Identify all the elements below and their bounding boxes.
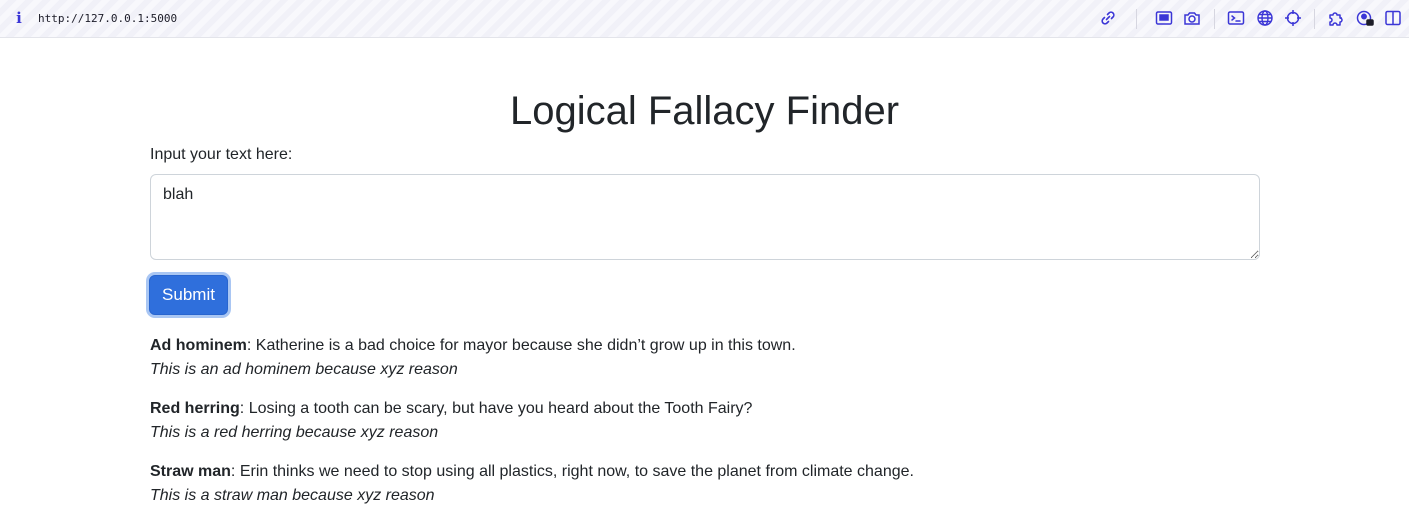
terminal-icon[interactable] xyxy=(1227,9,1245,27)
input-label: Input your text here: xyxy=(150,146,293,163)
fallacy-example: : Katherine is a bad choice for mayor be… xyxy=(246,337,796,354)
submit-button[interactable]: Submit xyxy=(149,275,228,315)
fallacy-name: Red herring xyxy=(150,400,240,417)
result-item-straw-man: Straw man: Erin thinks we need to stop u… xyxy=(150,460,1250,508)
fallacy-reason: This is an ad hominem because xyz reason xyxy=(150,361,458,378)
info-icon[interactable]: i xyxy=(14,9,24,27)
fallacy-example: : Erin thinks we need to stop using all … xyxy=(230,463,914,480)
globe-icon[interactable] xyxy=(1256,9,1274,27)
fallacy-name: Straw man xyxy=(150,463,231,480)
fallacy-example: : Losing a tooth can be scary, but have … xyxy=(239,400,753,417)
crosshair-icon[interactable] xyxy=(1284,9,1302,27)
toolbar-divider xyxy=(1314,9,1315,29)
sidebar-icon[interactable] xyxy=(1384,9,1402,27)
fallacy-reason: This is a straw man because xyz reason xyxy=(150,487,435,504)
lock-user-icon[interactable] xyxy=(1356,9,1374,27)
result-item-ad-hominem: Ad hominem: Katherine is a bad choice fo… xyxy=(150,334,1250,382)
toolbar-divider xyxy=(1214,9,1215,29)
text-input[interactable]: blah xyxy=(150,174,1260,260)
link-icon[interactable] xyxy=(1099,9,1117,27)
toolbar-divider xyxy=(1136,9,1137,29)
picture-in-picture-icon[interactable] xyxy=(1155,9,1173,27)
result-item-red-herring: Red herring: Losing a tooth can be scary… xyxy=(150,397,1250,445)
camera-icon[interactable] xyxy=(1183,9,1201,27)
fallacy-name: Ad hominem xyxy=(150,337,247,354)
browser-toolbar: i http://127.0.0.1:5000 xyxy=(0,0,1409,38)
page-title: Logical Fallacy Finder xyxy=(509,89,900,133)
fallacy-reason: This is a red herring because xyz reason xyxy=(150,424,439,441)
extensions-icon[interactable] xyxy=(1328,9,1346,27)
url-bar[interactable]: http://127.0.0.1:5000 xyxy=(38,11,177,27)
